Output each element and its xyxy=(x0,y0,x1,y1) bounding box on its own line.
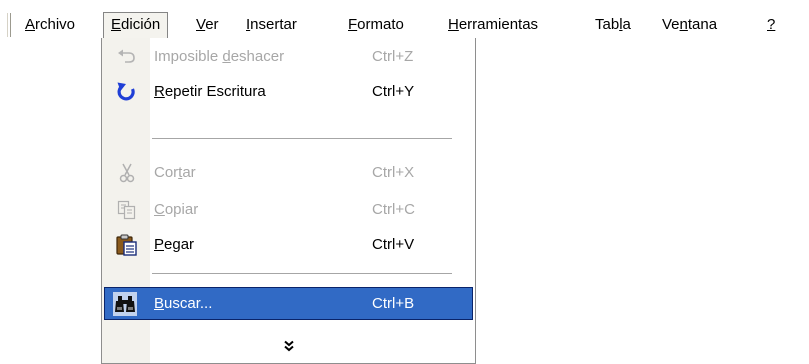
menu-item-redo-shortcut: Ctrl+Y xyxy=(372,83,415,100)
redo-icon xyxy=(116,81,138,103)
menu-item-find-label: Buscar... xyxy=(154,295,213,312)
menu-item-redo-label: Repetir Escritura xyxy=(154,83,266,100)
double-chevron-down-icon xyxy=(283,340,294,352)
menu-item-redo[interactable]: Repetir Escritura Ctrl+Y xyxy=(102,75,475,108)
menu-item-find-shortcut: Ctrl+B xyxy=(372,295,415,312)
menu-item-cut[interactable]: Cortar Ctrl+X xyxy=(102,156,475,189)
menu-herramientas[interactable]: Herramientas xyxy=(441,12,545,38)
menu-item-paste-label: Pegar xyxy=(154,236,195,253)
menu-bar-grip[interactable] xyxy=(7,13,11,37)
clipboard-icon xyxy=(116,234,138,256)
menu-item-cut-label: Cortar xyxy=(154,164,196,181)
menu-item-undo[interactable]: Imposible deshacer Ctrl+Z xyxy=(102,40,475,73)
menu-insertar[interactable]: Insertar xyxy=(239,12,304,38)
menu-item-undo-label: Imposible deshacer xyxy=(154,48,285,65)
menu-item-copy-label: Copiar xyxy=(154,201,199,218)
edicion-dropdown-menu: Imposible deshacer Ctrl+Z Repetir Escrit… xyxy=(101,38,476,364)
menu-tabla[interactable]: Tabla xyxy=(588,12,638,38)
menu-formato[interactable]: Formato xyxy=(341,12,411,38)
expand-menu-button[interactable] xyxy=(102,330,475,362)
menu-item-copy-shortcut: Ctrl+C xyxy=(372,201,415,218)
scissors-icon xyxy=(116,162,138,184)
menu-item-cut-shortcut: Ctrl+X xyxy=(372,164,415,181)
menu-ayuda[interactable]: ? xyxy=(760,12,782,38)
menu-item-find[interactable]: Buscar... Ctrl+B xyxy=(102,287,475,320)
copy-icon xyxy=(116,199,138,221)
menu-item-copy[interactable]: Copiar Ctrl+C xyxy=(102,193,475,226)
menu-ver[interactable]: Ver xyxy=(189,12,226,38)
menu-item-paste-shortcut: Ctrl+V xyxy=(372,236,415,253)
binoculars-icon xyxy=(112,290,138,317)
menu-separator xyxy=(152,138,452,139)
menu-separator xyxy=(152,273,452,274)
menu-item-undo-shortcut: Ctrl+Z xyxy=(372,48,414,65)
menu-edicion[interactable]: Edición xyxy=(103,12,169,38)
undo-icon xyxy=(116,46,138,68)
menu-item-paste[interactable]: Pegar Ctrl+V xyxy=(102,228,475,261)
menu-ventana[interactable]: Ventana xyxy=(655,12,724,38)
menu-archivo[interactable]: Archivo xyxy=(18,12,82,38)
